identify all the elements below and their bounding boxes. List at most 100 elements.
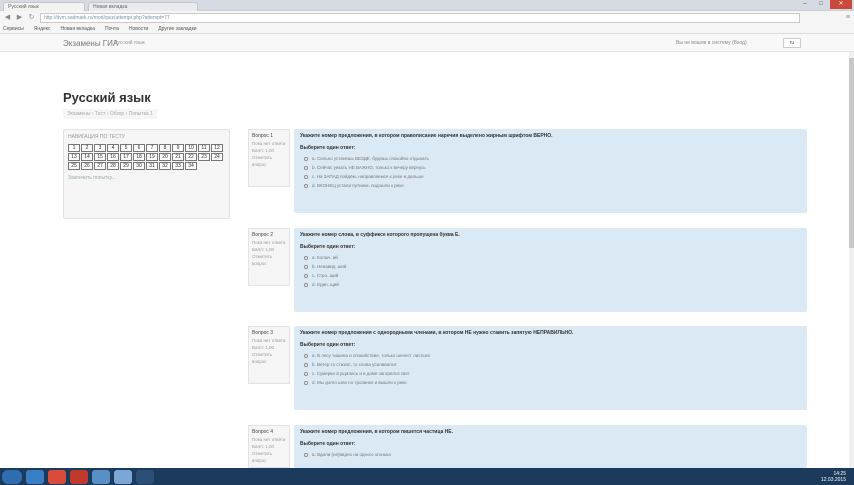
bookmark-item[interactable]: Яндекс <box>34 26 51 32</box>
quiz-nav-cell[interactable]: 9 <box>172 144 184 152</box>
close-button[interactable]: ✕ <box>830 0 852 9</box>
quiz-nav-cell[interactable]: 34 <box>185 162 197 170</box>
quiz-nav-cell[interactable]: 28 <box>107 162 119 170</box>
menu-icon[interactable]: ≡ <box>846 14 850 21</box>
flag-question-link[interactable]: Отметить вопрос <box>252 351 286 365</box>
course-link[interactable]: Русский язык <box>114 40 145 46</box>
bookmark-item[interactable]: Почта <box>105 26 119 32</box>
minimize-button[interactable]: – <box>798 0 812 9</box>
finish-attempt-link[interactable]: Закончить попытку... <box>68 175 225 181</box>
quiz-nav-cell[interactable]: 8 <box>159 144 171 152</box>
quiz-nav-cell[interactable]: 27 <box>94 162 106 170</box>
answer-option[interactable]: а. Сильно устанешь ВЕЗДЕ, будешь спокойн… <box>300 154 801 163</box>
quiz-nav-cell[interactable]: 31 <box>146 162 158 170</box>
back-icon[interactable]: ◀ <box>3 13 12 22</box>
radio-button[interactable] <box>304 264 308 269</box>
question-info: Вопрос 4 Пока нет ответа Балл: 1,00 Отме… <box>248 425 290 468</box>
quiz-nav-cell[interactable]: 2 <box>81 144 93 152</box>
quiz-nav-cell[interactable]: 4 <box>107 144 119 152</box>
scrollbar-thumb[interactable] <box>849 58 854 248</box>
bookmark-item[interactable]: Новости <box>129 26 148 32</box>
bookmark-item[interactable]: Другие закладки <box>158 26 196 32</box>
quiz-nav-cell[interactable]: 16 <box>107 153 119 161</box>
quiz-nav-cell[interactable]: 1 <box>68 144 80 152</box>
answer-option[interactable]: c. На ЗАПАД пойдём, направляемся к реке … <box>300 172 801 181</box>
quiz-nav-cell[interactable]: 17 <box>120 153 132 161</box>
start-button[interactable] <box>2 469 22 484</box>
answer-option[interactable]: c. Сумерки сгущались и в доме загорелся … <box>300 369 801 378</box>
reload-icon[interactable]: ↻ <box>27 13 36 22</box>
quiz-nav-cell[interactable]: 26 <box>81 162 93 170</box>
browser-tab-active[interactable]: Русский язык <box>3 2 85 11</box>
opera-icon[interactable] <box>70 469 88 484</box>
login-status[interactable]: Вы не вошли в систему (Вход) <box>676 40 747 46</box>
app-icon[interactable] <box>92 469 110 484</box>
forward-icon[interactable]: ▶ <box>15 13 24 22</box>
radio-button[interactable] <box>304 165 308 170</box>
radio-button[interactable] <box>304 380 308 385</box>
quiz-nav-cell[interactable]: 32 <box>159 162 171 170</box>
radio-button[interactable] <box>304 156 308 161</box>
quiz-nav-cell[interactable]: 22 <box>185 153 197 161</box>
bookmark-item[interactable]: Сервисы <box>3 26 24 32</box>
quiz-nav-cell[interactable]: 18 <box>133 153 145 161</box>
quiz-nav-cell[interactable]: 13 <box>68 153 80 161</box>
radio-button[interactable] <box>304 255 308 260</box>
radio-button[interactable] <box>304 353 308 358</box>
quiz-nav-cell[interactable]: 15 <box>94 153 106 161</box>
radio-button[interactable] <box>304 174 308 179</box>
quiz-nav-cell[interactable]: 3 <box>94 144 106 152</box>
site-brand[interactable]: Экзамены ГИА <box>63 39 118 48</box>
quiz-nav-cell[interactable]: 11 <box>198 144 210 152</box>
answer-prompt: Выберите один ответ: <box>300 441 356 447</box>
radio-button[interactable] <box>304 273 308 278</box>
quiz-nav-cell[interactable]: 5 <box>120 144 132 152</box>
quiz-nav-cell[interactable]: 23 <box>198 153 210 161</box>
quiz-nav-cell[interactable]: 19 <box>146 153 158 161</box>
quiz-nav-cell[interactable]: 6 <box>133 144 145 152</box>
radio-button[interactable] <box>304 362 308 367</box>
answer-option[interactable]: а. В лесу тишина и спокойствие, только ш… <box>300 351 801 360</box>
quiz-nav-cell[interactable]: 20 <box>159 153 171 161</box>
answer-option[interactable]: а. Вдали (не)видно ни одного огонька <box>300 450 801 459</box>
maximize-button[interactable]: □ <box>814 0 828 9</box>
chrome-icon[interactable] <box>48 469 66 484</box>
radio-button[interactable] <box>304 282 308 287</box>
radio-button[interactable] <box>304 371 308 376</box>
explorer-icon[interactable] <box>26 469 44 484</box>
quiz-nav-cell[interactable]: 10 <box>185 144 197 152</box>
quiz-nav-cell[interactable]: 14 <box>81 153 93 161</box>
browser-tab[interactable]: Новая вкладка <box>88 2 198 11</box>
quiz-nav-cell[interactable]: 29 <box>120 162 132 170</box>
answer-option[interactable]: d. Мы долго шли по тропинке и вышли к ре… <box>300 378 801 387</box>
option-label: d. Мы долго шли по тропинке и вышли к ре… <box>312 380 407 385</box>
quiz-nav-cell[interactable]: 33 <box>172 162 184 170</box>
bookmark-item[interactable]: Новая вкладка <box>61 26 95 32</box>
answer-option[interactable]: c. Стро..щий <box>300 271 801 280</box>
answer-option[interactable]: а. Колюч..ий <box>300 253 801 262</box>
quiz-nav-cell[interactable]: 24 <box>211 153 223 161</box>
breadcrumb[interactable]: Экзамены › Тест › Обзор › Попытка 1 <box>63 109 157 119</box>
question-status: Пока нет ответа <box>252 141 286 146</box>
option-label: а. В лесу тишина и спокойствие, только ш… <box>312 353 430 358</box>
quiz-nav-cell[interactable]: 12 <box>211 144 223 152</box>
quiz-nav-cell[interactable]: 30 <box>133 162 145 170</box>
flag-question-link[interactable]: Отметить вопрос <box>252 253 286 267</box>
system-clock[interactable]: 14:25 12.03.2015 <box>821 471 846 483</box>
flag-question-link[interactable]: Отметить вопрос <box>252 154 286 168</box>
answer-option[interactable]: b. Ветер то стихал, то снова усиливался <box>300 360 801 369</box>
quiz-nav-cell[interactable]: 21 <box>172 153 184 161</box>
quiz-nav-cell[interactable]: 7 <box>146 144 158 152</box>
app-icon[interactable] <box>114 469 132 484</box>
language-select[interactable]: ru <box>783 38 801 48</box>
flag-question-link[interactable]: Отметить вопрос <box>252 450 286 464</box>
radio-button[interactable] <box>304 452 308 457</box>
answer-option[interactable]: d. Един..щий <box>300 280 801 289</box>
answer-option[interactable]: b. Ненавид..ший <box>300 262 801 271</box>
address-bar[interactable]: http://dvm.sadmark.ru/mod/quiz/attempt.p… <box>40 12 800 23</box>
quiz-nav-cell[interactable]: 25 <box>68 162 80 170</box>
answer-option[interactable]: b. Сейчас уехать НЕ ВАЖНО, только к вече… <box>300 163 801 172</box>
answer-option[interactable]: d. ВКОНЕЦ устали путники, подошли к реке <box>300 181 801 190</box>
radio-button[interactable] <box>304 183 308 188</box>
app-icon[interactable] <box>136 469 154 484</box>
